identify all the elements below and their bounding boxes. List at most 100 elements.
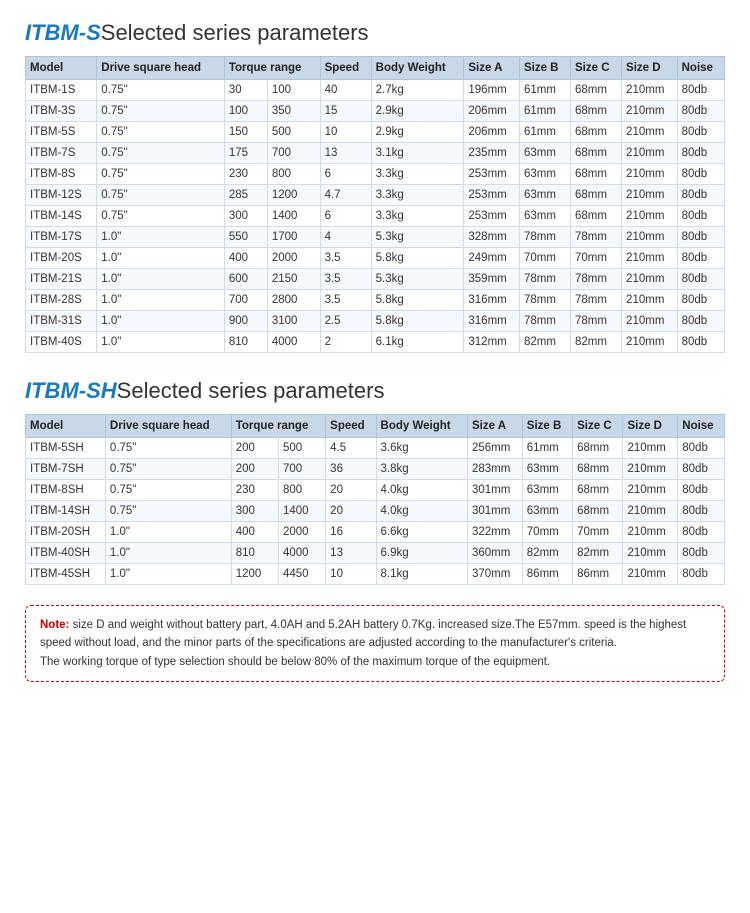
table-cell: 300: [224, 206, 267, 227]
table-cell: ITBM-17S: [26, 227, 97, 248]
table-cell: 256mm: [467, 438, 522, 459]
section2-table: Model Drive square head Torque range Spe…: [25, 414, 725, 585]
table-cell: 210mm: [623, 480, 678, 501]
table-cell: 3.5: [320, 248, 371, 269]
table-cell: 0.75": [105, 501, 231, 522]
table-cell: 4000: [267, 332, 320, 353]
col-size-d: Size D: [622, 57, 678, 80]
table-cell: 2: [320, 332, 371, 353]
table-cell: ITBM-8S: [26, 164, 97, 185]
table-cell: 210mm: [622, 206, 678, 227]
table-cell: 0.75": [97, 101, 225, 122]
table-cell: 82mm: [522, 543, 572, 564]
table-cell: 3.5: [320, 290, 371, 311]
section1-table: Model Drive square head Torque range Spe…: [25, 56, 725, 353]
table-cell: ITBM-45SH: [26, 564, 106, 585]
table-cell: 4: [320, 227, 371, 248]
table-row: ITBM-45SH1.0"12004450108.1kg370mm86mm86m…: [26, 564, 725, 585]
table-cell: 2.5: [320, 311, 371, 332]
table-cell: 253mm: [464, 164, 520, 185]
table-cell: 283mm: [467, 459, 522, 480]
table-cell: ITBM-28S: [26, 290, 97, 311]
table-cell: 316mm: [464, 290, 520, 311]
table-cell: 210mm: [623, 501, 678, 522]
table-row: ITBM-14SH0.75"3001400204.0kg301mm63mm68m…: [26, 501, 725, 522]
table-cell: 5.3kg: [371, 227, 464, 248]
table-cell: 3.3kg: [371, 206, 464, 227]
table-cell: ITBM-40SH: [26, 543, 106, 564]
table-cell: 3.5: [320, 269, 371, 290]
table-cell: 20: [326, 480, 376, 501]
table-cell: 80db: [678, 501, 725, 522]
table-cell: 78mm: [519, 290, 570, 311]
section2-brand: ITBM-SH: [25, 378, 117, 403]
table-cell: 301mm: [467, 480, 522, 501]
table-cell: 0.75": [105, 459, 231, 480]
col2-noise: Noise: [678, 415, 725, 438]
table-cell: 210mm: [622, 290, 678, 311]
table-cell: 68mm: [573, 501, 623, 522]
table-cell: 210mm: [623, 543, 678, 564]
table-cell: 82mm: [519, 332, 570, 353]
table-cell: 4.0kg: [376, 501, 467, 522]
table-cell: 80db: [677, 164, 724, 185]
table-cell: 400: [231, 522, 278, 543]
table-cell: 80db: [677, 290, 724, 311]
table-cell: 80db: [678, 564, 725, 585]
col2-size-d: Size D: [623, 415, 678, 438]
table-cell: 1.0": [105, 564, 231, 585]
table-cell: 253mm: [464, 185, 520, 206]
col-size-c: Size C: [571, 57, 622, 80]
table-cell: 0.75": [97, 122, 225, 143]
table-cell: 100: [224, 101, 267, 122]
table-cell: 61mm: [519, 80, 570, 101]
table-cell: 0.75": [97, 80, 225, 101]
table-cell: 1200: [231, 564, 278, 585]
table-cell: 63mm: [522, 459, 572, 480]
table-row: ITBM-17S1.0"550170045.3kg328mm78mm78mm21…: [26, 227, 725, 248]
table-cell: 285: [224, 185, 267, 206]
col2-drive-square-head: Drive square head: [105, 415, 231, 438]
table-cell: 249mm: [464, 248, 520, 269]
table-cell: 80db: [678, 480, 725, 501]
col-size-b: Size B: [519, 57, 570, 80]
table-cell: 700: [278, 459, 325, 480]
col-body-weight: Body Weight: [371, 57, 464, 80]
table-cell: 13: [320, 143, 371, 164]
table-cell: 210mm: [622, 332, 678, 353]
table-cell: 5.8kg: [371, 248, 464, 269]
table-cell: 2000: [278, 522, 325, 543]
table-cell: 1.0": [97, 332, 225, 353]
table-cell: 80db: [677, 185, 724, 206]
col2-torque-range: Torque range: [231, 415, 325, 438]
table-cell: 6: [320, 164, 371, 185]
table-cell: 100: [267, 80, 320, 101]
table-cell: 196mm: [464, 80, 520, 101]
table-cell: 1.0": [97, 248, 225, 269]
section1-title: ITBM-SSelected series parameters: [25, 20, 725, 46]
table-cell: 322mm: [467, 522, 522, 543]
col2-speed: Speed: [326, 415, 376, 438]
col2-body-weight: Body Weight: [376, 415, 467, 438]
table-cell: 78mm: [519, 311, 570, 332]
table-cell: 230: [231, 480, 278, 501]
table-cell: 4.0kg: [376, 480, 467, 501]
table-cell: ITBM-8SH: [26, 480, 106, 501]
table-cell: ITBM-14SH: [26, 501, 106, 522]
table-cell: 63mm: [519, 206, 570, 227]
table-cell: 5.8kg: [371, 290, 464, 311]
table-cell: 78mm: [519, 269, 570, 290]
table-cell: 210mm: [622, 164, 678, 185]
table-cell: 210mm: [622, 185, 678, 206]
col-noise: Noise: [677, 57, 724, 80]
table-cell: 68mm: [571, 206, 622, 227]
col-drive-square-head: Drive square head: [97, 57, 225, 80]
table-cell: 175: [224, 143, 267, 164]
table-cell: 80db: [678, 522, 725, 543]
section2-header-row: Model Drive square head Torque range Spe…: [26, 415, 725, 438]
table-cell: 0.75": [105, 438, 231, 459]
table-cell: 61mm: [519, 122, 570, 143]
note-box: Note: size D and weight without battery …: [25, 605, 725, 682]
table-row: ITBM-7S0.75"175700133.1kg235mm63mm68mm21…: [26, 143, 725, 164]
table-cell: 0.75": [97, 206, 225, 227]
